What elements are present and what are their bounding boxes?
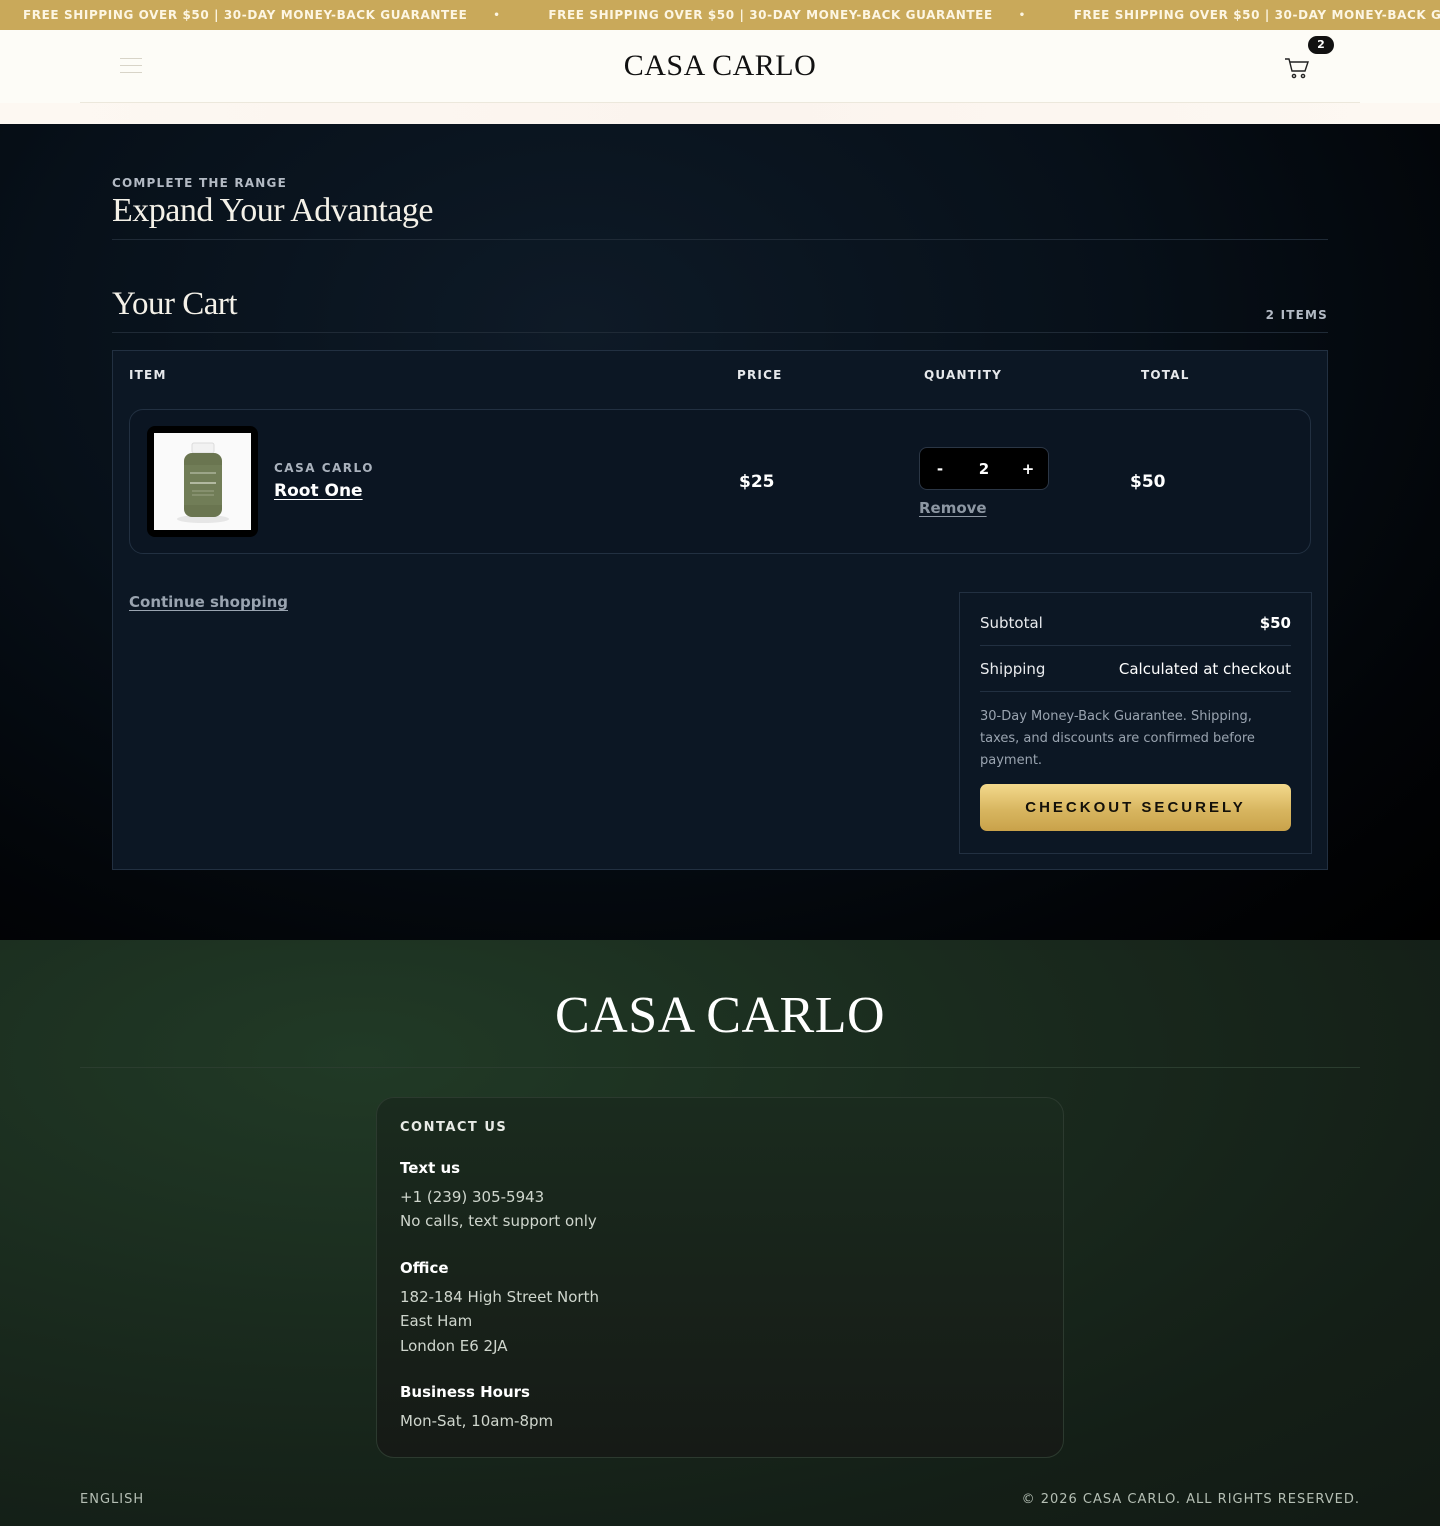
footer-logo[interactable]: CASA CARLO	[0, 986, 1440, 1045]
product-image	[154, 433, 251, 530]
guarantee-note: 30-Day Money-Back Guarantee. Shipping, t…	[980, 709, 1255, 768]
contact-title: CONTACT US	[400, 1120, 508, 1135]
header-logo[interactable]: CASA CARLO	[80, 49, 1360, 83]
decrement-button[interactable]: -	[920, 460, 960, 478]
remove-button[interactable]: Remove	[919, 499, 987, 517]
divider	[112, 239, 1328, 240]
product-brand: CASA CARLO	[274, 461, 374, 475]
cart-item-count: 2 ITEMS	[1265, 308, 1328, 322]
column-header-total: TOTAL	[1141, 368, 1190, 382]
announcement-text: FREE SHIPPING OVER $50 | 30-DAY MONEY-BA…	[1073, 8, 1440, 22]
announcement-bar: FREE SHIPPING OVER $50 | 30-DAY MONEY-BA…	[0, 0, 1440, 30]
address-line: East Ham	[400, 1312, 473, 1330]
office-heading: Office	[400, 1259, 449, 1277]
range-eyebrow: COMPLETE THE RANGE	[112, 176, 287, 190]
announcement-separator: •	[1018, 9, 1026, 21]
product-thumbnail[interactable]	[147, 426, 258, 537]
contact-card: CONTACT US Text us +1 (239) 305-5943 No …	[376, 1097, 1064, 1458]
shipping-value: Calculated at checkout	[1118, 659, 1291, 678]
shipping-row: Shipping Calculated at checkout	[980, 646, 1291, 692]
site-header: CASA CARLO 2	[0, 30, 1440, 124]
increment-button[interactable]: +	[1008, 460, 1048, 478]
announcement-item: FREE SHIPPING OVER $50 | 30-DAY MONEY-BA…	[548, 8, 1073, 22]
announcement-item: FREE SHIPPING OVER $50 | 30-DAY MONEY-BA…	[1074, 8, 1440, 22]
continue-shopping-link[interactable]: Continue shopping	[129, 593, 288, 611]
text-us-heading: Text us	[400, 1159, 461, 1177]
language-selector[interactable]: ENGLISH	[80, 1492, 144, 1507]
address-line: 182-184 High Street North	[400, 1288, 599, 1306]
shipping-label: Shipping	[980, 659, 1046, 678]
phone-note: No calls, text support only	[400, 1212, 597, 1230]
cart-line-item: CASA CARLO Root One $25 - 2 + Remove $50	[129, 409, 1311, 554]
divider	[80, 1067, 1360, 1068]
hours-heading: Business Hours	[400, 1383, 530, 1401]
copyright: © 2026 CASA CARLO. ALL RIGHTS RESERVED.	[1021, 1492, 1360, 1507]
cart-icon[interactable]	[1284, 56, 1310, 80]
checkout-button[interactable]: CHECKOUT SECURELY	[980, 784, 1291, 831]
business-hours: Mon-Sat, 10am-8pm	[400, 1412, 554, 1430]
product-bottle-icon	[154, 433, 251, 530]
range-title: Expand Your Advantage	[112, 192, 433, 229]
order-summary: Subtotal $50 Shipping Calculated at chec…	[959, 592, 1312, 854]
line-total: $50	[1130, 472, 1166, 492]
header-shadow	[0, 103, 1440, 124]
column-header-price: PRICE	[737, 368, 783, 382]
column-header-quantity: QUANTITY	[924, 368, 1003, 382]
page-title: Your Cart	[112, 286, 238, 322]
address-line: London E6 2JA	[400, 1337, 508, 1355]
phone-number[interactable]: +1 (239) 305-5943	[400, 1188, 544, 1206]
product-name-link[interactable]: Root One	[274, 481, 363, 501]
announcement-text: FREE SHIPPING OVER $50 | 30-DAY MONEY-BA…	[548, 8, 993, 22]
cart-table: ITEM PRICE QUANTITY TOTAL CASA CARLO Roo…	[112, 350, 1328, 870]
cart-count-badge: 2	[1308, 36, 1334, 54]
subtotal-value: $50	[1259, 613, 1291, 632]
announcement-item: FREE SHIPPING OVER $50 | 30-DAY MONEY-BA…	[23, 8, 548, 22]
product-price: $25	[739, 472, 775, 492]
header-inner: CASA CARLO 2	[80, 30, 1360, 103]
site-footer: CASA CARLO CONTACT US Text us +1 (239) 3…	[0, 940, 1440, 1526]
announcement-text: FREE SHIPPING OVER $50 | 30-DAY MONEY-BA…	[23, 8, 468, 22]
subtotal-label: Subtotal	[980, 613, 1043, 632]
announcement-separator: •	[493, 9, 501, 21]
quantity-input[interactable]: 2	[960, 460, 1008, 478]
subtotal-row: Subtotal $50	[980, 600, 1291, 646]
quantity-stepper: - 2 +	[919, 447, 1049, 490]
cart-page: COMPLETE THE RANGE Expand Your Advantage…	[0, 124, 1440, 940]
divider	[112, 332, 1328, 333]
column-header-item: ITEM	[129, 368, 167, 382]
